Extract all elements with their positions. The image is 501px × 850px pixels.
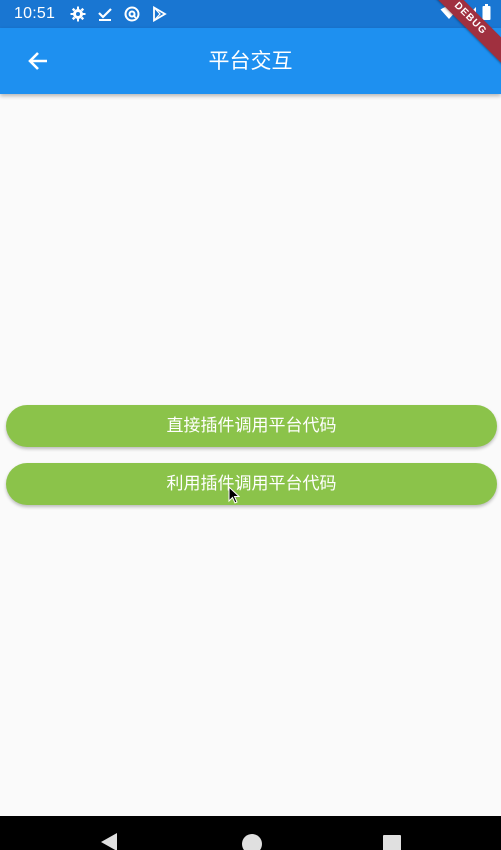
status-notification-icons	[70, 5, 167, 23]
status-bar: 10:51	[0, 0, 501, 28]
gear-icon	[70, 6, 86, 22]
download-done-icon	[97, 6, 113, 22]
use-plugin-call-button[interactable]: 利用插件调用平台代码	[6, 463, 497, 505]
system-nav-bar	[0, 816, 501, 850]
nav-recents-icon[interactable]	[383, 835, 401, 850]
main-content: 直接插件调用平台代码 利用插件调用平台代码	[0, 94, 501, 816]
direct-plugin-call-button[interactable]: 直接插件调用平台代码	[6, 405, 497, 447]
page-title: 平台交互	[208, 49, 293, 73]
nav-back-icon[interactable]	[100, 832, 118, 850]
app-bar: 平台交互	[0, 28, 501, 94]
app-screen: 10:51 平台交互 DEBUG 直接插件调用平台代码 利用插件调用平台代码	[0, 0, 501, 850]
nav-home-icon[interactable]	[242, 834, 262, 850]
status-time: 10:51	[14, 5, 56, 22]
at-sign-icon	[124, 6, 140, 22]
play-store-icon	[151, 6, 167, 22]
